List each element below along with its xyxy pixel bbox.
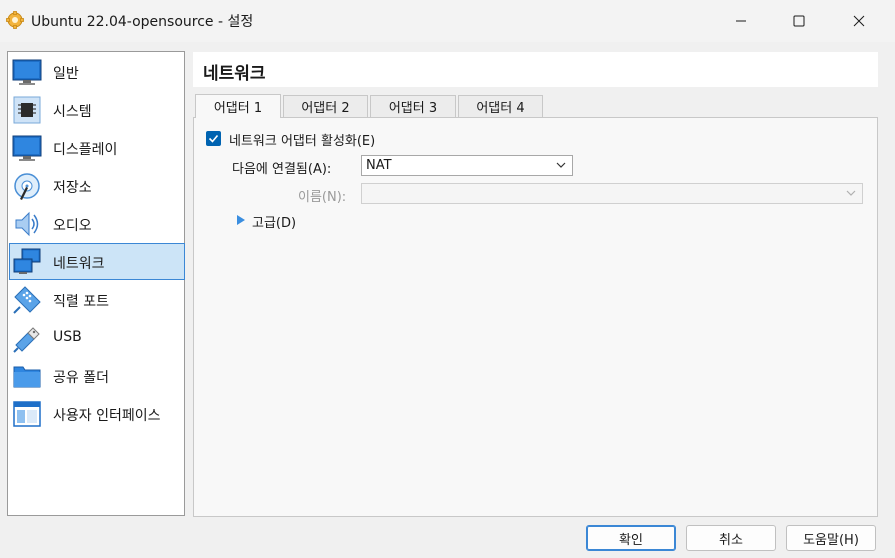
sidebar-item-display[interactable]: 디스플레이 [9,129,185,166]
serial-port-icon [13,286,41,314]
minimize-icon [736,20,746,22]
page-header: 네트워크 [193,52,878,87]
checkmark-icon [208,134,219,143]
shared-folder-icon [13,366,41,388]
sidebar-item-general[interactable]: 일반 [9,53,185,90]
window-title: Ubuntu 22.04-opensource - 설정 [31,14,254,30]
display-monitor-icon [12,135,42,161]
title-bar[interactable]: Ubuntu 22.04-opensource - 설정 [0,0,895,42]
sidebar-item-storage[interactable]: 저장소 [9,167,185,204]
chevron-down-icon [846,190,856,196]
storage-disk-icon [14,173,40,200]
name-label: 이름(N): [298,190,347,205]
sidebar-item-label: 저장소 [53,180,92,196]
sidebar-item-usb[interactable]: USB [9,319,185,356]
close-button[interactable] [836,0,882,42]
attached-to-select[interactable]: NAT [361,155,573,176]
network-icon [13,248,41,274]
attached-to-value: NAT [366,158,392,173]
chevron-down-icon [556,162,566,168]
audio-speaker-icon [15,211,39,237]
system-chip-icon [13,96,41,124]
page-title: 네트워크 [203,64,266,84]
sidebar-item-system[interactable]: 시스템 [9,91,185,128]
close-icon [853,15,865,27]
tab-adapter-3[interactable]: 어댑터 3 [370,95,456,117]
sidebar-item-label: 오디오 [53,218,92,234]
sidebar-item-label: 사용자 인터페이스 [53,408,161,424]
settings-sidebar: 일반 시스템 디스플레이 저장소 오디오 네트워크 직렬 포트 USB 공유 폴… [7,51,185,516]
sidebar-item-shared-folder[interactable]: 공유 폴더 [9,357,185,394]
enable-adapter-label[interactable]: 네트워크 어댑터 활성화(E) [229,130,375,149]
sidebar-item-label: 시스템 [53,104,92,120]
attached-to-label: 다음에 연결됨(A): [232,162,332,177]
tab-adapter-1[interactable]: 어댑터 1 [195,94,281,118]
sidebar-item-label: 디스플레이 [53,142,118,158]
sidebar-item-audio[interactable]: 오디오 [9,205,185,242]
sidebar-item-label: 직렬 포트 [53,294,109,310]
tab-adapter-2[interactable]: 어댑터 2 [283,95,368,117]
sidebar-item-user-interface[interactable]: 사용자 인터페이스 [9,395,185,432]
minimize-button[interactable] [718,0,764,42]
advanced-toggle-label[interactable]: 고급(D) [252,212,296,231]
expand-arrow-icon[interactable] [235,213,249,227]
cancel-button[interactable]: 취소 [686,525,776,551]
adapter-tab-panel [193,117,878,517]
usb-icon [13,327,40,353]
enable-adapter-checkbox[interactable] [206,131,221,146]
maximize-button[interactable] [776,0,822,42]
sidebar-item-serial-port[interactable]: 직렬 포트 [9,281,185,318]
general-monitor-icon [12,59,42,85]
sidebar-item-label: USB [53,329,82,345]
virtualbox-gear-icon [6,11,24,29]
user-interface-icon [13,401,41,427]
name-select[interactable] [361,183,863,204]
sidebar-item-label: 공유 폴더 [53,370,109,386]
tab-adapter-4[interactable]: 어댑터 4 [458,95,543,117]
help-button[interactable]: 도움말(H) [786,525,876,551]
sidebar-item-network[interactable]: 네트워크 [9,243,185,280]
maximize-icon [793,15,805,27]
sidebar-item-label: 일반 [53,66,79,82]
ok-button[interactable]: 확인 [586,525,676,551]
sidebar-item-label: 네트워크 [53,256,105,272]
